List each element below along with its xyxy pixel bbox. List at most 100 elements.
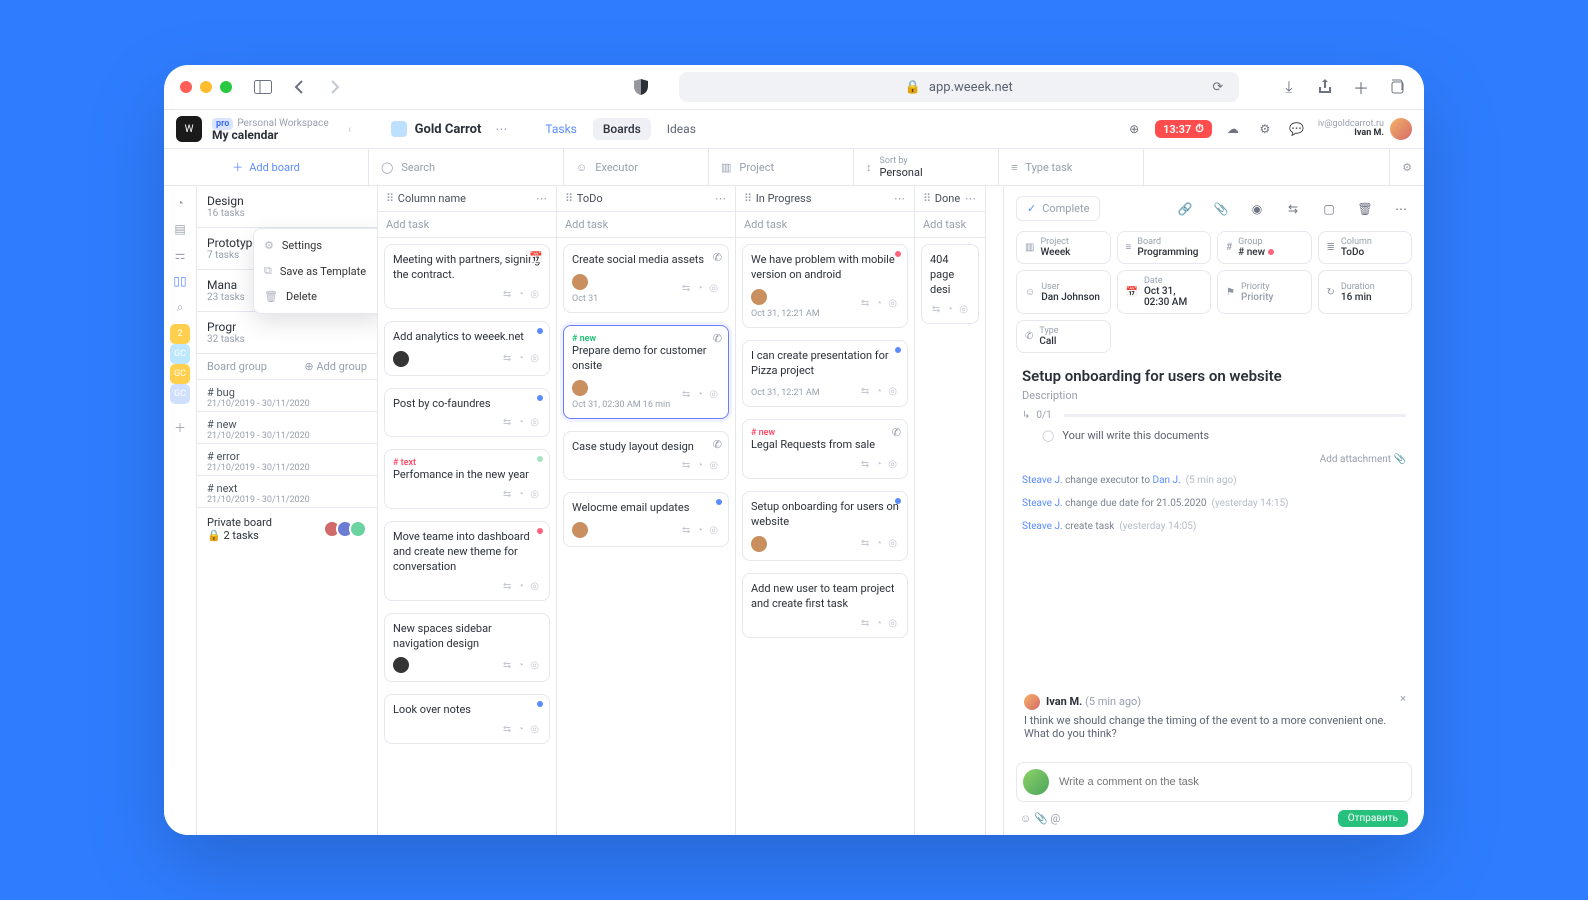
view-tasks[interactable]: Tasks xyxy=(535,118,587,140)
emoji-icon[interactable]: ☺ xyxy=(1020,812,1031,825)
card-actions[interactable]: ⇆ ◔ ◎ xyxy=(861,298,899,309)
board-item[interactable]: Design16 tasks xyxy=(197,186,377,228)
sidebar-toggle-icon[interactable] xyxy=(252,76,274,98)
task-card[interactable]: # newPrepare demo for customer onsite✆ O… xyxy=(563,325,729,419)
task-title[interactable]: Setup onboarding for users on website xyxy=(1004,353,1424,389)
comment-close-icon[interactable]: × xyxy=(1400,692,1406,705)
task-card[interactable]: # newLegal Requests from sale✆⇆ ◔ ◎ xyxy=(742,419,908,479)
column-header[interactable]: ⠿ In Progress⋯ xyxy=(736,186,914,212)
rail-search-icon[interactable]: ⌕ xyxy=(171,298,189,316)
card-actions[interactable]: ⇆ ◔ ◎ xyxy=(861,459,899,470)
close-icon[interactable] xyxy=(180,81,192,93)
task-property[interactable]: ↻Duration16 min xyxy=(1318,270,1413,314)
send-button[interactable]: Отправить xyxy=(1338,810,1408,827)
cloud-icon[interactable]: ☁ xyxy=(1222,118,1244,140)
private-board[interactable]: Private board 🔒 2 tasks xyxy=(197,507,377,550)
add-task-button[interactable]: Add task xyxy=(736,212,914,238)
task-card[interactable]: # textPerfomance in the new year⇆ ◔ ◎ xyxy=(384,449,550,509)
column-menu-icon[interactable]: ⋯ xyxy=(715,192,727,205)
chat-icon[interactable]: 💬 xyxy=(1286,118,1308,140)
current-user[interactable]: iv@goldcarrot.ru Ivan M. xyxy=(1318,118,1412,140)
task-card[interactable]: Create social media assets✆ Oct 31⇆ ◔ ◎ xyxy=(563,244,729,313)
filter-executor[interactable]: ☺Executor xyxy=(564,149,709,185)
rail-boards-icon[interactable]: ▯▯ xyxy=(171,272,189,290)
add-task-button[interactable]: Add task xyxy=(915,212,985,238)
card-actions[interactable]: ⇆ ◔ ◎ xyxy=(861,538,899,549)
task-property[interactable]: ▥ProjectWeeek xyxy=(1016,231,1111,264)
card-actions[interactable]: ⇆ ◔ ◎ xyxy=(503,489,541,500)
group-item[interactable]: # error21/10/2019 - 30/11/2020 xyxy=(197,443,377,475)
gear-icon[interactable]: ⚙ xyxy=(1254,118,1276,140)
board-item[interactable]: Prototype7 tasks⋯⚙Settings⧉Save as Templ… xyxy=(197,228,377,270)
card-actions[interactable]: ⇆ ◔ ◎ xyxy=(682,525,720,536)
task-property[interactable]: 📅DateOct 31, 02:30 AM xyxy=(1117,270,1212,314)
task-card[interactable]: I can create presentation for Pizza proj… xyxy=(742,340,908,408)
add-attachment-button[interactable]: Add attachment 📎 xyxy=(1004,450,1424,469)
task-card[interactable]: We have problem with mobile version on a… xyxy=(742,244,908,328)
rail-project-chip[interactable]: GC xyxy=(170,364,190,384)
workspace-switcher[interactable]: proPersonal Workspace My calendar xyxy=(212,116,329,142)
task-property[interactable]: ✆TypeCall xyxy=(1016,320,1111,353)
card-actions[interactable]: ⇆ ◔ ◎ xyxy=(861,386,899,397)
group-item[interactable]: # bug21/10/2019 - 30/11/2020 xyxy=(197,379,377,411)
task-card[interactable]: Look over notes⇆ ◔ ◎ xyxy=(384,694,550,744)
rail-project-chip[interactable]: GC xyxy=(170,384,190,404)
nav-forward-icon[interactable] xyxy=(324,76,346,98)
card-actions[interactable]: ⇆ ◔ ◎ xyxy=(682,460,720,471)
task-property[interactable]: ☺UserDan Johnson xyxy=(1016,270,1111,314)
shield-icon[interactable] xyxy=(630,76,652,98)
task-card[interactable]: Case study layout design✆⇆ ◔ ◎ xyxy=(563,431,729,481)
link-icon[interactable]: 🔗 xyxy=(1174,198,1196,220)
collapse-sidebar-icon[interactable]: ‹ xyxy=(339,118,361,140)
add-circle-icon[interactable]: ⊕ xyxy=(1123,118,1145,140)
card-actions[interactable]: ⇆ ◔ ◎ xyxy=(861,618,899,629)
task-card[interactable]: New spaces sidebar navigation design ⇆ ◔… xyxy=(384,613,550,683)
share-task-icon[interactable]: ⇆ xyxy=(1282,198,1304,220)
more-icon[interactable]: ⋯ xyxy=(1390,198,1412,220)
attachment-icon[interactable]: 📎 xyxy=(1210,198,1232,220)
task-property[interactable]: #Group# new xyxy=(1217,231,1312,264)
card-actions[interactable]: ⇆ ◔ ◎ xyxy=(682,283,720,294)
column-menu-icon[interactable]: ⋯ xyxy=(965,192,977,205)
task-card[interactable]: Setup onboarding for users on website ⇆ … xyxy=(742,491,908,561)
column-header[interactable]: ⠿ ToDo⋯ xyxy=(557,186,735,212)
add-task-button[interactable]: Add task xyxy=(378,212,556,238)
filter-project[interactable]: ▥Project xyxy=(709,149,854,185)
task-card[interactable]: Welocme email updates ⇆ ◔ ◎ xyxy=(563,492,729,547)
menu-item[interactable]: ⧉Save as Template xyxy=(254,258,378,284)
share-icon[interactable] xyxy=(1314,76,1336,98)
rail-project-chip[interactable]: GC xyxy=(170,344,190,364)
card-actions[interactable]: ⇆ ◔ ◎ xyxy=(503,660,541,671)
task-card[interactable]: Post by co-faundres⇆ ◔ ◎ xyxy=(384,388,550,438)
reload-icon[interactable]: ⟳ xyxy=(1207,76,1229,98)
menu-item[interactable]: 🗑Delete xyxy=(254,284,378,309)
comment-input[interactable] xyxy=(1057,769,1405,795)
group-item[interactable]: # next21/10/2019 - 30/11/2020 xyxy=(197,475,377,507)
task-card[interactable]: Add new user to team project and create … xyxy=(742,573,908,638)
task-card[interactable]: Meeting with partners, signing the contr… xyxy=(384,244,550,309)
task-property[interactable]: ≣ColumnToDo xyxy=(1318,231,1413,264)
mention-icon[interactable]: @ xyxy=(1050,812,1060,825)
project-header[interactable]: Gold Carrot ⋯ xyxy=(391,121,508,137)
maximize-icon[interactable] xyxy=(220,81,232,93)
minimize-icon[interactable] xyxy=(200,81,212,93)
project-menu-icon[interactable]: ⋯ xyxy=(495,122,507,136)
filter-settings-icon[interactable]: ⚙ xyxy=(1389,149,1424,185)
view-ideas[interactable]: Ideas xyxy=(657,118,706,140)
column-header[interactable]: ⠿ Done⋯ xyxy=(915,186,985,212)
card-actions[interactable]: ⇆ ◔ ◎ xyxy=(932,304,970,315)
task-description[interactable]: Description xyxy=(1004,389,1424,402)
task-property[interactable]: ⚑PriorityPriority xyxy=(1217,270,1312,314)
trash-icon[interactable]: 🗑 xyxy=(1354,198,1376,220)
download-icon[interactable]: ⤓ xyxy=(1278,76,1300,98)
column-menu-icon[interactable]: ⋯ xyxy=(894,192,906,205)
column-menu-icon[interactable]: ⋯ xyxy=(536,192,548,205)
card-actions[interactable]: ⇆ ◔ ◎ xyxy=(503,417,541,428)
card-actions[interactable]: ⇆ ◔ ◎ xyxy=(503,289,541,300)
tabs-overview-icon[interactable] xyxy=(1386,76,1408,98)
board-item[interactable]: Progr32 tasks xyxy=(197,312,377,354)
search-input[interactable]: ◯Search xyxy=(369,149,564,185)
url-bar[interactable]: 🔒 app.weeek.net ⟳ xyxy=(679,72,1239,102)
card-actions[interactable]: ⇆ ◔ ◎ xyxy=(682,389,720,400)
add-group-button[interactable]: ⊕ Add group xyxy=(304,360,367,373)
